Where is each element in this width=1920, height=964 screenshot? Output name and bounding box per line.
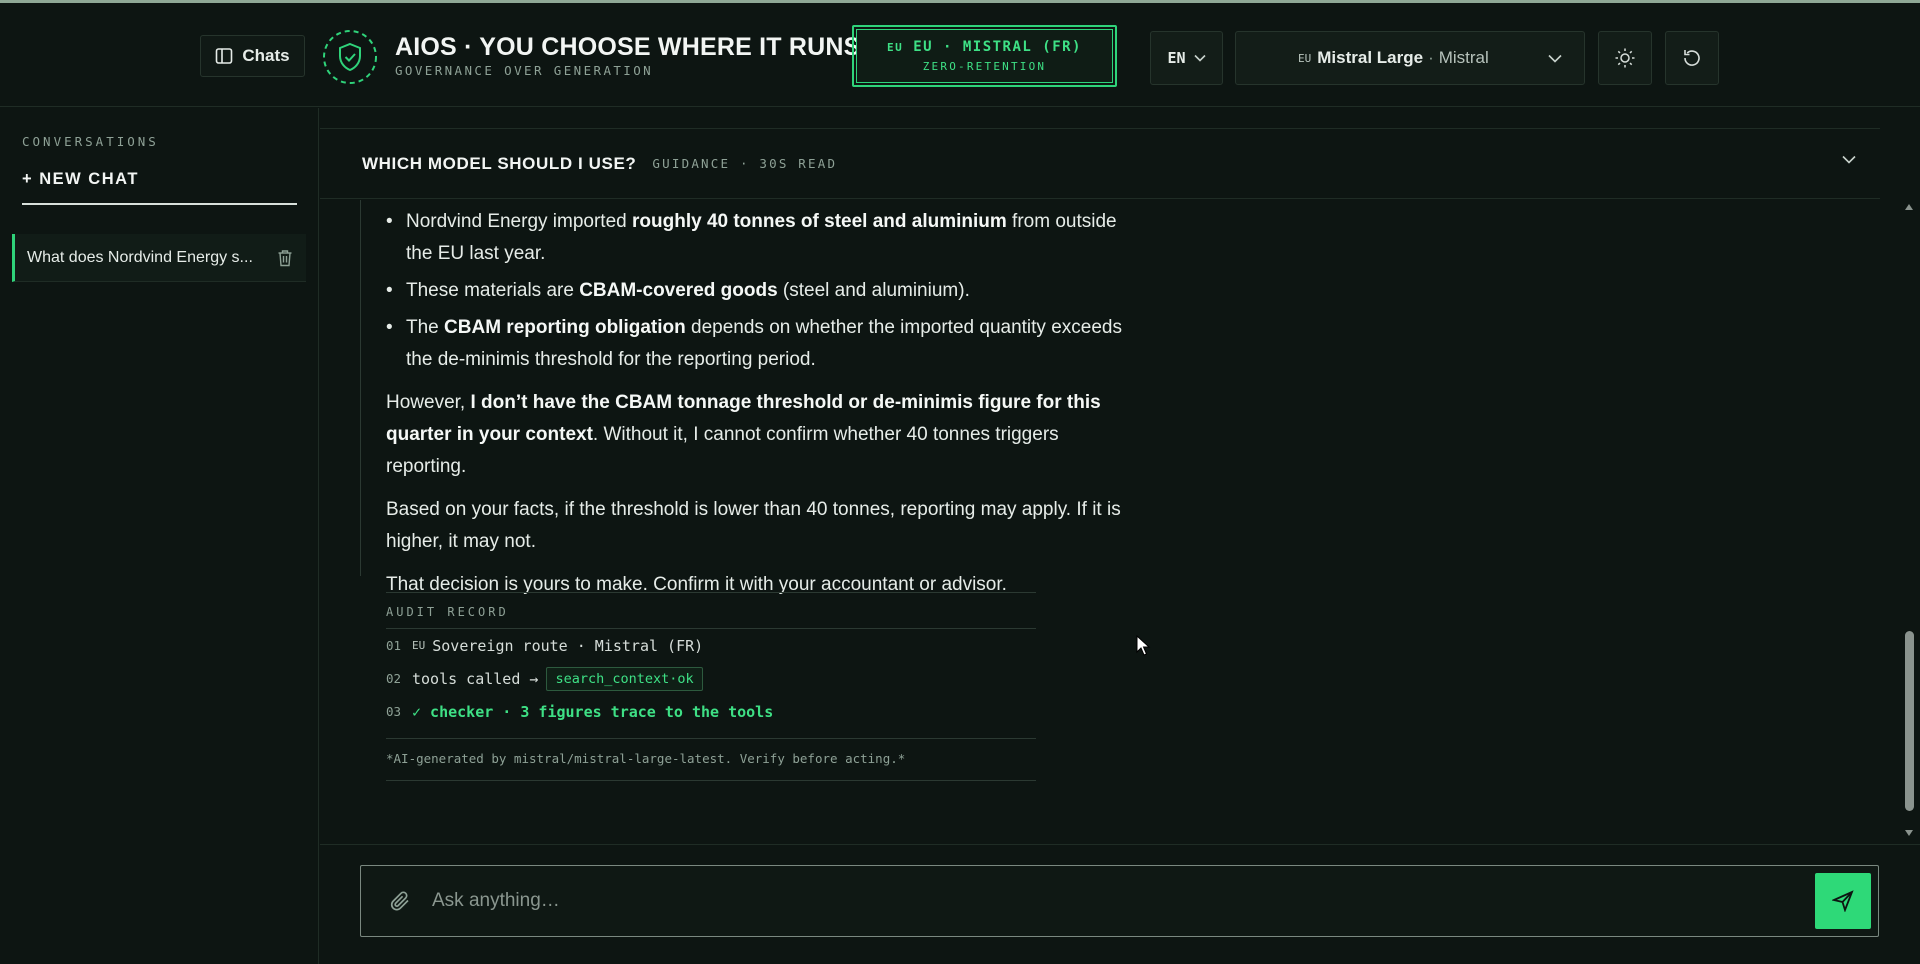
audit-record: AUDIT RECORD 01 EU Sovereign route · Mis… <box>386 592 1036 781</box>
message-input[interactable] <box>432 890 1815 912</box>
shield-check-icon <box>323 30 377 84</box>
brand-subtitle: GOVERNANCE OVER GENERATION <box>395 63 654 78</box>
model-name: Mistral Large <box>1317 48 1424 67</box>
send-icon <box>1832 890 1854 912</box>
trash-icon[interactable] <box>277 249 293 267</box>
chevron-down-icon <box>1842 155 1856 164</box>
model-select[interactable]: EU Mistral Large · Mistral <box>1235 31 1585 85</box>
message-area: Nordvind Energy imported roughly 40 tonn… <box>320 200 1882 840</box>
eu-flag: EU <box>887 41 904 54</box>
sidebar: CONVERSATIONS + NEW CHAT What does Nordv… <box>0 108 319 964</box>
answer-paragraph: However, I don’t have the CBAM tonnage t… <box>386 392 1101 477</box>
reset-button[interactable] <box>1665 31 1719 85</box>
model-separator: · <box>1428 48 1434 67</box>
answer-bullet: These materials are CBAM-covered goods (… <box>386 275 1136 307</box>
audit-title: AUDIT RECORD <box>386 592 1036 629</box>
answer-bullet: Nordvind Energy imported roughly 40 tonn… <box>386 206 1136 270</box>
answer-bullets: Nordvind Energy imported roughly 40 tonn… <box>386 206 1136 376</box>
conversations-label: CONVERSATIONS <box>22 134 159 149</box>
scroll-down-icon[interactable] <box>1904 829 1914 837</box>
composer-divider <box>320 844 1920 845</box>
chats-toggle-button[interactable]: Chats <box>200 35 305 77</box>
scroll-up-icon[interactable] <box>1904 203 1914 211</box>
ai-disclaimer: *AI-generated by mistral/mistral-large-l… <box>386 738 1036 781</box>
guidance-subtitle: GUIDANCE · 30S READ <box>652 156 838 171</box>
guidance-accordion[interactable]: WHICH MODEL SHOULD I USE? GUIDANCE · 30S… <box>320 128 1880 199</box>
guidance-title: WHICH MODEL SHOULD I USE? <box>362 153 637 173</box>
route-badge-line1: EU · MISTRAL (FR) <box>913 39 1082 55</box>
eu-flag: EU <box>412 639 426 652</box>
conversation-item[interactable]: What does Nordvind Energy s... <box>12 234 306 282</box>
send-button[interactable] <box>1815 873 1871 929</box>
message-rule <box>360 200 361 576</box>
new-chat-button[interactable]: + NEW CHAT <box>22 170 297 205</box>
theme-toggle-button[interactable] <box>1598 31 1652 85</box>
header: Chats AIOS · YOU CHOOSE WHERE IT RUNS GO… <box>0 3 1920 107</box>
route-badge-line2: ZERO-RETENTION <box>922 60 1047 73</box>
scroll-thumb[interactable] <box>1905 631 1914 811</box>
language-value: EN <box>1167 49 1186 67</box>
answer-bullet: The CBAM reporting obligation depends on… <box>386 312 1136 376</box>
brand-title: AIOS · YOU CHOOSE WHERE IT RUNS <box>395 33 861 61</box>
mouse-cursor-icon <box>1136 635 1151 656</box>
checker-status: ✓ checker · 3 figures trace to the tools <box>412 702 774 721</box>
eu-flag: EU <box>1298 51 1312 65</box>
refresh-icon <box>1684 50 1700 66</box>
sidebar-panel-icon <box>216 48 233 64</box>
chats-label: Chats <box>242 46 290 65</box>
audit-row: 01 EU Sovereign route · Mistral (FR) <box>386 636 704 655</box>
model-provider: Mistral <box>1438 48 1489 67</box>
tool-call-tag: search_context·ok <box>546 666 703 691</box>
paperclip-icon[interactable] <box>388 889 412 913</box>
chevron-down-icon <box>1193 54 1206 62</box>
conversation-title: What does Nordvind Energy s... <box>27 248 253 266</box>
audit-row: 02 tools called → search_context·ok <box>386 662 1036 695</box>
route-badge[interactable]: EU EU · MISTRAL (FR) ZERO-RETENTION <box>852 25 1117 87</box>
assistant-message: Nordvind Energy imported roughly 40 tonn… <box>386 206 1136 601</box>
route-badge-title: EU EU · MISTRAL (FR) <box>887 39 1082 55</box>
chevron-down-icon <box>1548 54 1562 63</box>
message-scrollbar[interactable] <box>1902 200 1916 841</box>
answer-paragraph: Based on your facts, if the threshold is… <box>386 499 1121 552</box>
composer <box>360 865 1879 937</box>
language-select[interactable]: EN <box>1150 31 1223 85</box>
sun-icon <box>1615 48 1635 68</box>
audit-row: 03 ✓ checker · 3 figures trace to the to… <box>386 702 774 721</box>
